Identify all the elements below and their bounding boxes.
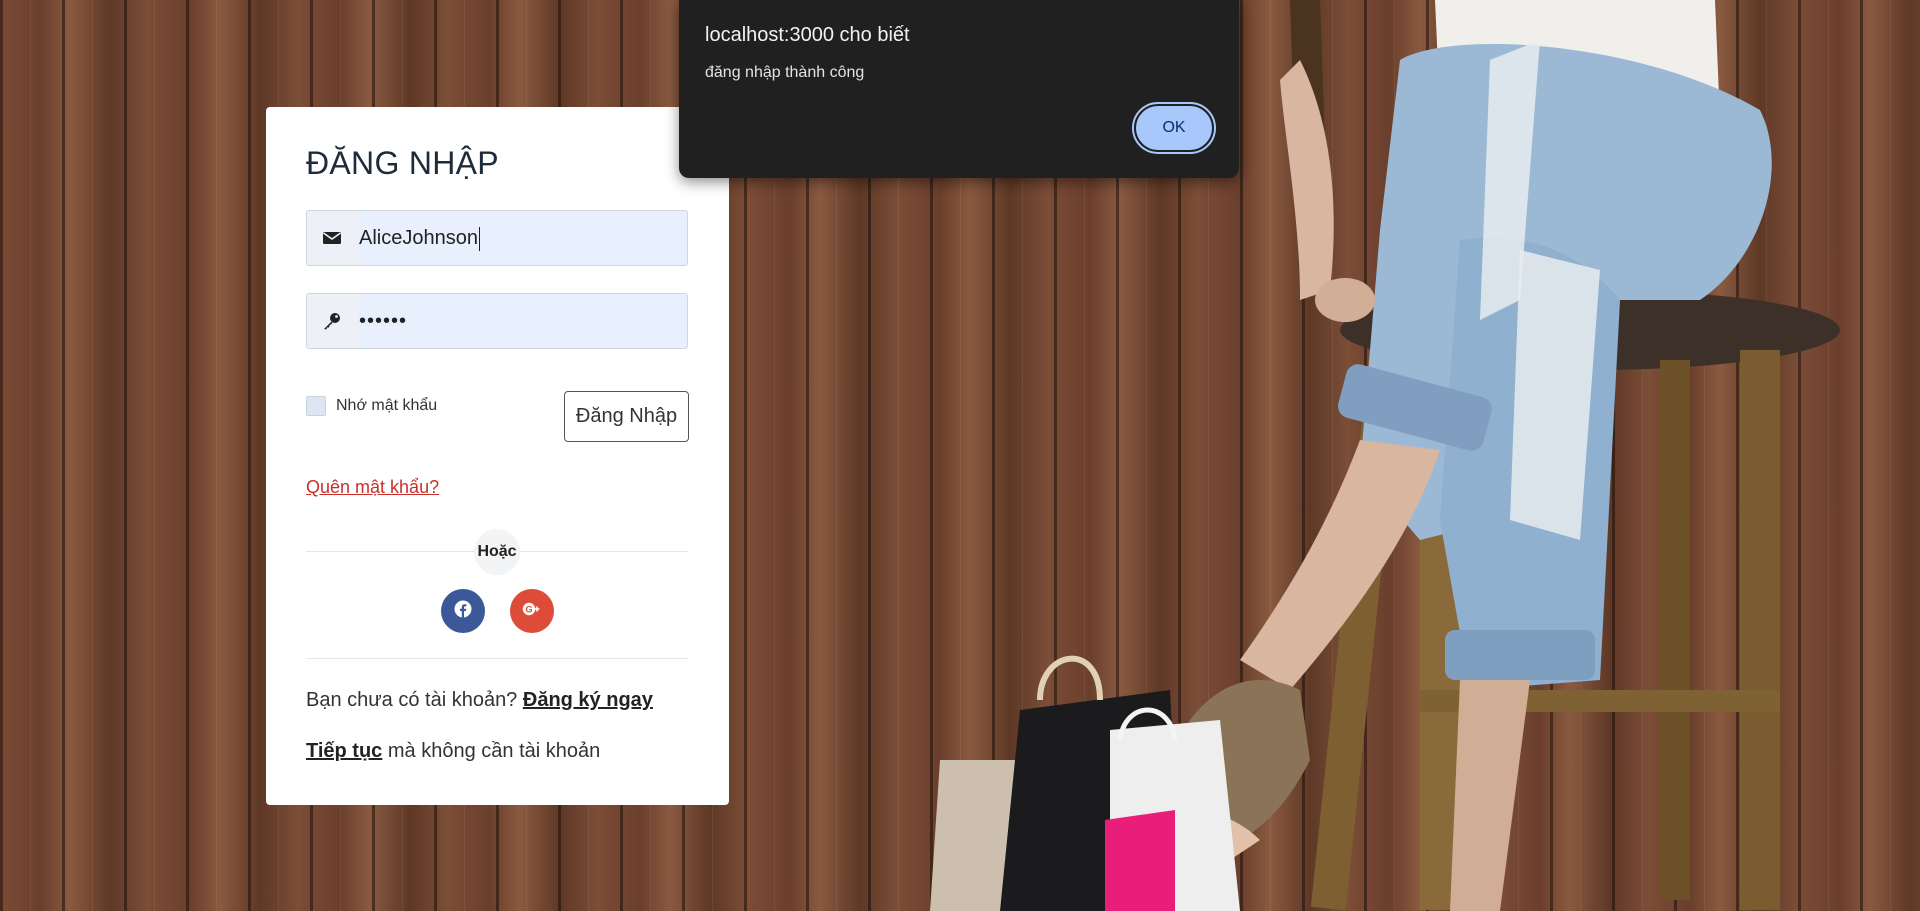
svg-text:G: G xyxy=(525,604,532,614)
text-caret xyxy=(478,226,480,251)
shopping-bags-illustration xyxy=(930,655,1240,911)
divider xyxy=(306,658,688,659)
page-title: ĐĂNG NHẬP xyxy=(306,145,499,181)
continue-row: Tiếp tục mà không cần tài khoản xyxy=(306,740,600,763)
username-value: AliceJohnson xyxy=(359,226,480,251)
signup-prompt: Bạn chưa có tài khoản? xyxy=(306,689,518,711)
signup-row: Bạn chưa có tài khoản? Đăng ký ngay xyxy=(306,689,653,712)
dialog-message: đăng nhập thành công xyxy=(705,64,865,81)
username-field[interactable]: AliceJohnson xyxy=(306,210,688,266)
or-separator: Hoặc xyxy=(474,529,520,575)
dialog-ok-button[interactable]: OK xyxy=(1132,102,1216,154)
password-value: •••••• xyxy=(359,310,408,332)
google-login-button[interactable]: G xyxy=(510,589,554,633)
remember-checkbox[interactable] xyxy=(306,396,326,416)
facebook-login-button[interactable] xyxy=(441,589,485,633)
remember-label: Nhớ mật khẩu xyxy=(336,397,438,414)
continue-suffix: mà không cần tài khoản xyxy=(387,740,601,762)
google-plus-icon: G xyxy=(522,602,542,621)
dialog-title: localhost:3000 cho biết xyxy=(705,24,910,46)
login-card: ĐĂNG NHẬP AliceJohnson •••••• Nhớ mật kh… xyxy=(266,107,729,805)
signup-link[interactable]: Đăng ký ngay xyxy=(523,689,653,711)
forgot-password-link[interactable]: Quên mật khẩu? xyxy=(306,477,439,498)
password-field[interactable]: •••••• xyxy=(306,293,688,349)
remember-me: Nhớ mật khẩu xyxy=(306,396,437,416)
key-icon xyxy=(307,294,357,348)
login-button[interactable]: Đăng Nhập xyxy=(564,391,689,442)
alert-dialog: localhost:3000 cho biết đăng nhập thành … xyxy=(679,0,1239,178)
envelope-icon xyxy=(307,211,357,265)
continue-link[interactable]: Tiếp tục xyxy=(306,740,382,762)
facebook-icon xyxy=(454,600,472,623)
